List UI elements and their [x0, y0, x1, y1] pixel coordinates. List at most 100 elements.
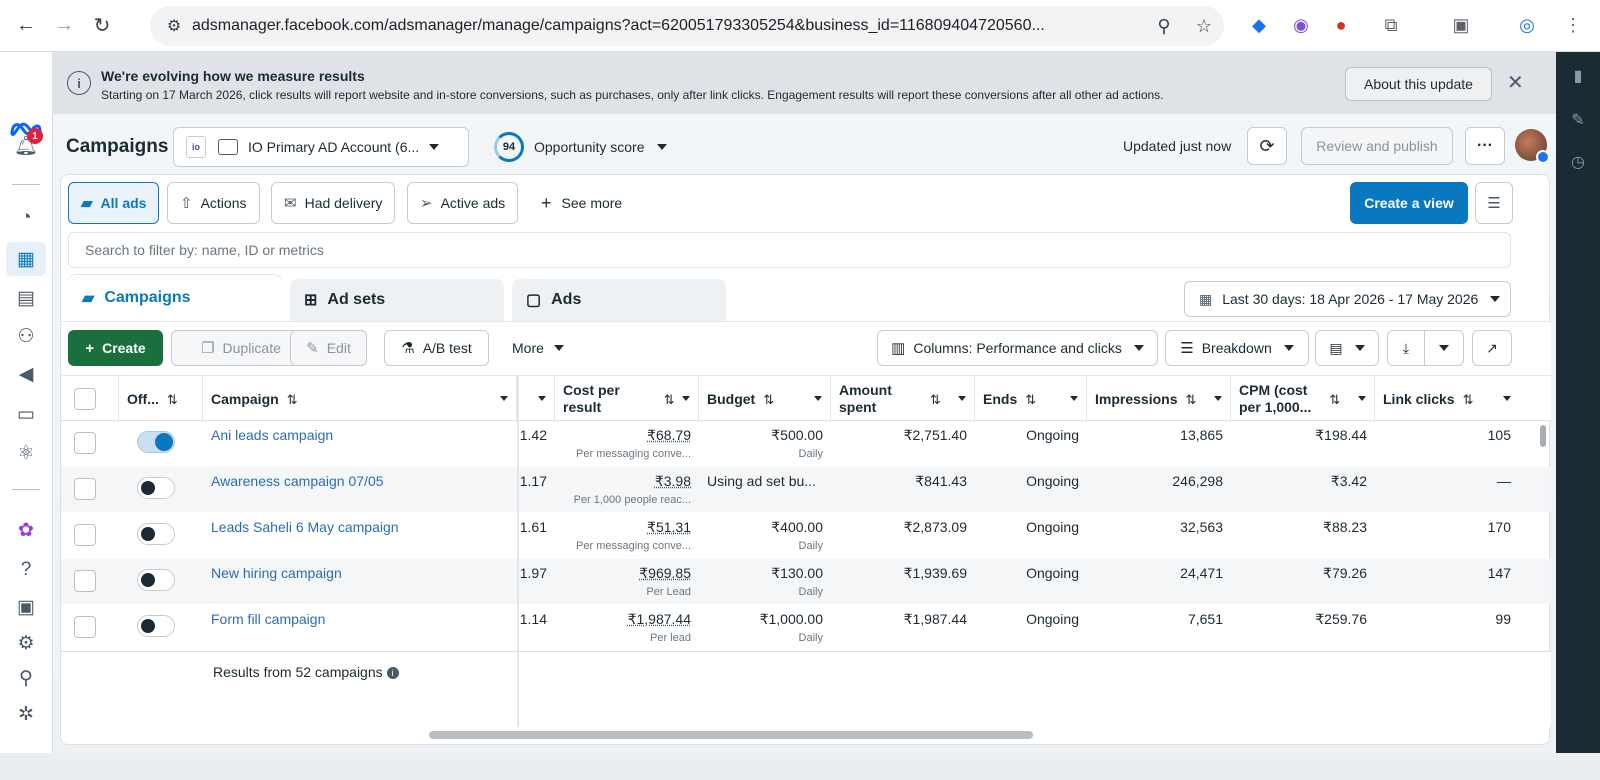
tab-search-icon[interactable]: ▣	[1446, 10, 1476, 40]
cpr-value[interactable]: ₹969.85	[639, 565, 691, 582]
billing-icon[interactable]: ▭	[0, 394, 52, 434]
chevron-down-icon[interactable]	[538, 396, 546, 401]
chevron-down-icon[interactable]	[1214, 396, 1222, 401]
create-view-button[interactable]: Create a view	[1350, 182, 1468, 224]
campaign-name-link[interactable]: Ani leads campaign	[211, 427, 333, 443]
address-bar[interactable]: ⚙ adsmanager.facebook.com/adsmanager/man…	[150, 6, 1224, 46]
bug-icon[interactable]: ✲	[0, 694, 52, 734]
horizontal-scrollbar[interactable]	[429, 731, 1033, 739]
tab-ads[interactable]: ▢ Ads	[512, 279, 726, 321]
table-row[interactable]: Ani leads campaign 1.42 ₹68.79 Per messagin…	[61, 421, 1551, 466]
cpr-value[interactable]: ₹1,987.44	[628, 611, 691, 628]
campaign-name-link[interactable]: Form fill campaign	[211, 611, 325, 627]
tab-ad-sets[interactable]: ⊞ Ad sets	[290, 279, 504, 321]
column-header-partial[interactable]	[519, 376, 555, 422]
select-all-checkbox[interactable]	[74, 388, 96, 410]
row-checkbox[interactable]	[74, 432, 96, 454]
campaign-name-link[interactable]: Leads Saheli 6 May campaign	[211, 519, 399, 535]
chevron-down-icon[interactable]	[500, 396, 508, 401]
review-publish-button[interactable]: Review and publish	[1301, 127, 1453, 165]
cpr-value[interactable]: ₹68.79	[647, 427, 691, 444]
extension-broadcast-icon[interactable]: ◉	[1286, 10, 1316, 40]
info-icon[interactable]: i	[386, 667, 399, 679]
about-update-button[interactable]: About this update	[1345, 67, 1492, 101]
campaign-toggle[interactable]	[137, 569, 175, 591]
campaign-toggle[interactable]	[137, 477, 175, 499]
column-header-cost-per-result[interactable]: Cost per result ⇅	[555, 376, 699, 422]
tab-campaigns[interactable]: ▰ Campaigns	[68, 275, 282, 321]
export-button[interactable]: ⤓	[1387, 330, 1425, 366]
column-header-off[interactable]: Off... ⇅	[119, 376, 203, 422]
column-header-cpm[interactable]: CPM (cost per 1,000... ⇅	[1231, 376, 1375, 422]
bar-chart-icon[interactable]: ▮	[1556, 66, 1600, 86]
chevron-down-icon[interactable]	[1070, 396, 1078, 401]
dashboard-icon[interactable]: ◔	[0, 198, 52, 238]
settings-icon[interactable]: ⚙	[0, 623, 52, 663]
cpr-value[interactable]: ₹3.98	[655, 473, 691, 490]
close-icon[interactable]: ✕	[1507, 70, 1524, 95]
pencil-icon[interactable]: ✎	[1556, 110, 1600, 130]
more-options-button[interactable]: ···	[1465, 127, 1505, 165]
refresh-button[interactable]: ⟳	[1247, 127, 1287, 165]
back-arrow-icon[interactable]: ←	[10, 10, 42, 42]
ads-icon[interactable]: ◀	[0, 354, 52, 394]
table-row[interactable]: Form fill campaign 1.14 ₹1,987.44 Per lead ₹…	[61, 605, 1551, 650]
url-text[interactable]: adsmanager.facebook.com/adsmanager/manag…	[192, 17, 1144, 35]
sort-icon[interactable]: ⇅	[664, 391, 675, 408]
table-row[interactable]: Awareness campaign 07/05 1.17 ₹3.98 Per 1,0…	[61, 467, 1551, 512]
charts-button[interactable]: ↗	[1472, 330, 1512, 366]
avatar[interactable]	[1515, 129, 1550, 164]
vertical-scrollbar[interactable]	[1540, 425, 1546, 447]
view-had-delivery[interactable]: ✉ Had delivery	[271, 182, 396, 224]
help-icon[interactable]: ?	[0, 550, 52, 590]
chevron-down-icon[interactable]	[814, 396, 822, 401]
extension-seo-icon[interactable]: ●	[1326, 10, 1356, 40]
row-checkbox[interactable]	[74, 478, 96, 500]
column-header-impressions[interactable]: Impressions ⇅	[1087, 376, 1231, 422]
chevron-down-icon[interactable]	[1503, 396, 1511, 401]
more-actions-dropdown[interactable]: More	[512, 330, 564, 366]
business-icon[interactable]: ⚛	[0, 433, 52, 473]
see-more-views-button[interactable]: + See more	[541, 182, 622, 224]
campaign-toggle[interactable]	[137, 523, 175, 545]
search-icon[interactable]: ⚲	[0, 658, 52, 698]
sort-icon[interactable]: ⇅	[1025, 391, 1036, 408]
view-all-ads[interactable]: ▰ All ads	[68, 182, 160, 224]
audiences-icon[interactable]: ⚇	[0, 316, 52, 356]
reports-icon[interactable]: ▤	[0, 278, 52, 318]
sort-icon[interactable]: ⇅	[930, 391, 941, 408]
extension-tag-icon[interactable]: ◆	[1244, 10, 1274, 40]
export-options-dropdown[interactable]	[1424, 330, 1464, 366]
campaigns-table-icon[interactable]: ▦	[0, 239, 52, 279]
edit-button[interactable]: ✎ Edit	[290, 330, 367, 366]
chevron-down-icon[interactable]	[682, 396, 690, 401]
chevron-down-icon[interactable]	[1358, 396, 1366, 401]
ab-test-button[interactable]: ⚗ A/B test	[384, 330, 489, 366]
pages-icon[interactable]: ▣	[0, 587, 52, 627]
columns-dropdown[interactable]: ▥ Columns: Performance and clicks	[877, 330, 1158, 366]
opportunity-score-dropdown[interactable]: 94 Opportunity score	[494, 131, 667, 163]
site-info-icon[interactable]: ⚙	[156, 16, 192, 36]
date-range-picker[interactable]: ▦ Last 30 days: 18 Apr 2026 - 17 May 202…	[1184, 281, 1511, 317]
column-header-campaign[interactable]: Campaign ⇅	[203, 376, 517, 422]
zoom-icon[interactable]: ⚲	[1144, 16, 1184, 37]
campaign-toggle[interactable]	[137, 615, 175, 637]
row-checkbox[interactable]	[74, 570, 96, 592]
cpr-value[interactable]: ₹51.31	[647, 519, 691, 536]
column-header-budget[interactable]: Budget ⇅	[699, 376, 831, 422]
search-input[interactable]: Search to filter by: name, ID or metrics	[68, 232, 1511, 268]
campaign-name-link[interactable]: Awareness campaign 07/05	[211, 473, 384, 489]
column-header-ends[interactable]: Ends ⇅	[975, 376, 1087, 422]
breakdown-dropdown[interactable]: ☰ Breakdown	[1165, 330, 1309, 366]
reports-dropdown[interactable]: ▤	[1315, 330, 1379, 366]
sort-icon[interactable]: ⇅	[1463, 391, 1474, 408]
sort-icon[interactable]: ⇅	[167, 391, 178, 408]
sort-icon[interactable]: ⇅	[1185, 391, 1196, 408]
column-header-amount-spent[interactable]: Amount spent ⇅	[831, 376, 975, 422]
reload-icon[interactable]: ↻	[86, 10, 118, 42]
column-header-link-clicks[interactable]: Link clicks ⇅	[1375, 376, 1519, 422]
notifications-icon[interactable]: 🔔︎	[0, 126, 52, 166]
sort-icon[interactable]: ⇅	[763, 391, 774, 408]
forward-arrow-icon[interactable]: →	[48, 10, 80, 42]
bookmark-star-icon[interactable]: ☆	[1184, 16, 1224, 37]
